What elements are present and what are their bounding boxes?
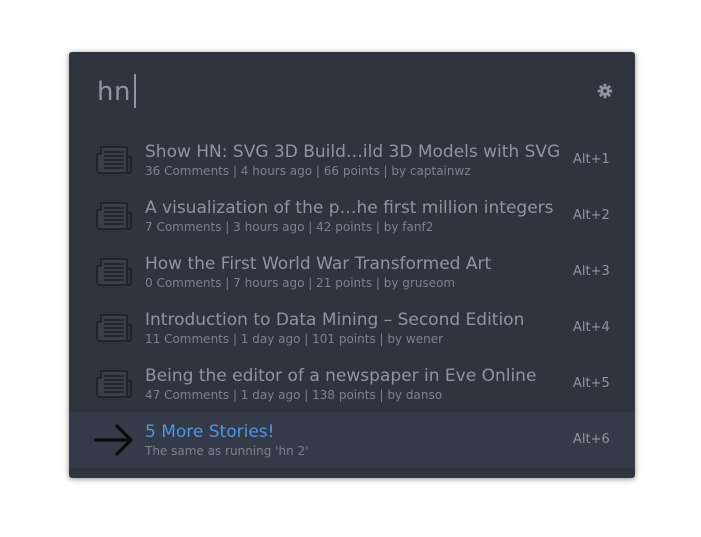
newspaper-icon	[95, 257, 133, 287]
result-shortcut: Alt+4	[573, 320, 610, 335]
result-subtitle: 36 Comments | 4 hours ago | 66 points | …	[145, 164, 471, 178]
newspaper-icon	[95, 201, 133, 231]
result-subtitle: 11 Comments | 1 day ago | 101 points | b…	[145, 332, 444, 346]
search-bar: hn	[69, 52, 635, 132]
result-item-3[interactable]: How the First World War Transformed Art …	[69, 244, 635, 300]
result-title: How the First World War Transformed Art	[145, 254, 492, 274]
newspaper-icon	[95, 313, 133, 343]
result-title: Show HN: SVG 3D Build…ild 3D Models with…	[145, 142, 561, 162]
result-title: Introduction to Data Mining – Second Edi…	[145, 310, 525, 330]
newspaper-icon	[95, 145, 133, 175]
result-shortcut: Alt+5	[573, 376, 610, 391]
arrow-right-icon	[93, 422, 137, 458]
result-subtitle: 0 Comments | 7 hours ago | 21 points | b…	[145, 276, 456, 290]
result-subtitle: 47 Comments | 1 day ago | 138 points | b…	[145, 388, 443, 402]
launcher-window: hn Show HN: SVG 3D Build…ild 3D Models w…	[69, 52, 635, 478]
result-title: Being the editor of a newspaper in Eve O…	[145, 366, 537, 386]
result-item-2[interactable]: A visualization of the p…he first millio…	[69, 188, 635, 244]
result-title: A visualization of the p…he first millio…	[145, 198, 554, 218]
search-input[interactable]: hn	[97, 76, 131, 108]
result-shortcut: Alt+2	[573, 208, 610, 223]
gear-icon[interactable]	[597, 83, 613, 99]
result-item-1[interactable]: Show HN: SVG 3D Build…ild 3D Models with…	[69, 132, 635, 188]
results-list: Show HN: SVG 3D Build…ild 3D Models with…	[69, 132, 635, 468]
result-item-5[interactable]: Being the editor of a newspaper in Eve O…	[69, 356, 635, 412]
result-title: 5 More Stories!	[145, 422, 275, 442]
result-shortcut: Alt+3	[573, 264, 610, 279]
result-shortcut: Alt+6	[573, 432, 610, 447]
result-subtitle: 7 Comments | 3 hours ago | 42 points | b…	[145, 220, 434, 234]
result-subtitle: The same as running 'hn 2'	[145, 444, 309, 458]
newspaper-icon	[95, 369, 133, 399]
text-cursor	[134, 74, 136, 108]
result-shortcut: Alt+1	[573, 152, 610, 167]
result-item-4[interactable]: Introduction to Data Mining – Second Edi…	[69, 300, 635, 356]
result-item-more-stories[interactable]: 5 More Stories! The same as running 'hn …	[69, 412, 635, 468]
